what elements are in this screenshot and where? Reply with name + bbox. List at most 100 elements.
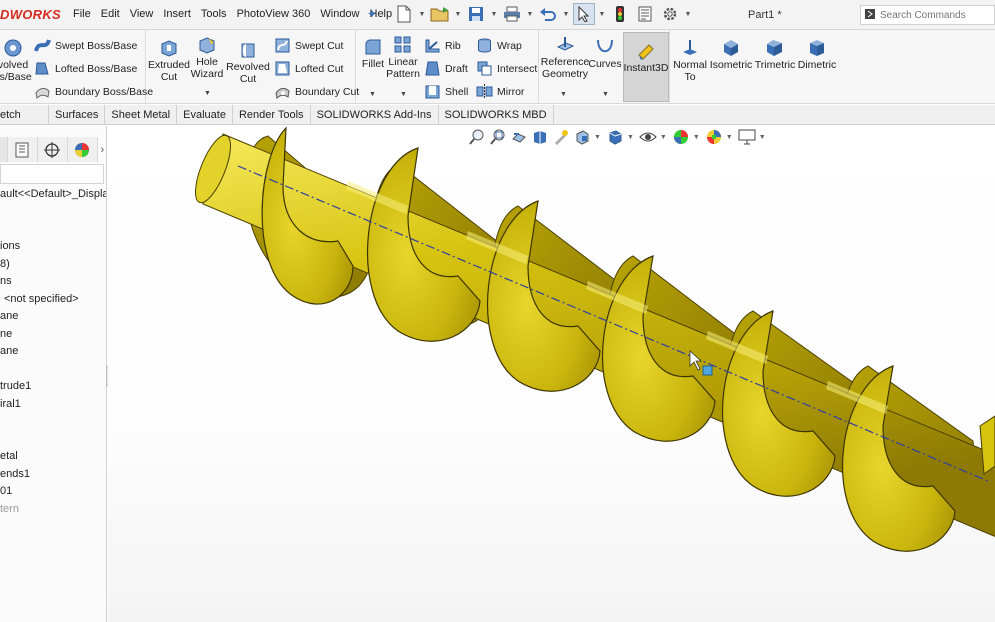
revolved-boss-button[interactable]: volved ss/Base [0,38,32,83]
reference-geometry-button[interactable]: Reference Geometry [541,35,589,80]
panel-scroll-right-icon[interactable]: › [98,137,106,162]
print-icon[interactable] [501,3,523,25]
intersect-button[interactable]: Intersect [476,60,537,77]
print-dropdown-icon[interactable]: ▼ [526,11,534,18]
mirror-button[interactable]: Mirror [476,83,524,100]
select-cursor-icon[interactable] [573,3,595,25]
hole-wizard-button[interactable]: Hole Wizard [190,35,224,80]
mirror-icon [476,84,493,99]
lofted-cut-button[interactable]: Lofted Cut [274,60,343,77]
revolved-cut-button[interactable]: Revolved Cut [226,40,270,85]
pin-icon[interactable]: ✦ [367,7,377,21]
tree-item-material[interactable]: <not specified> [4,293,79,305]
tree-item-configuration[interactable]: ault<<Default>_Displa [0,188,106,200]
swept-cut-label: Swept Cut [295,39,344,52]
tree-item-sweptflange-bends1[interactable]: ends1 [0,468,30,480]
tree-item-annotations[interactable]: ions [0,240,20,252]
curves-button[interactable]: Curves [588,37,622,70]
lofted-cut-label: Lofted Cut [295,62,344,75]
search-input[interactable] [880,9,990,21]
lofted-boss-button[interactable]: Lofted Boss/Base [34,60,137,77]
linear-pattern-button[interactable]: Linear Pattern [386,35,420,80]
rib-button[interactable]: Rib [424,37,461,54]
tree-item-pattern[interactable]: tern [0,503,19,515]
property-manager-tab[interactable] [7,137,38,162]
tree-item-right-plane[interactable]: ane [0,345,18,357]
instant3d-button[interactable]: Instant3D [623,32,669,102]
open-dropdown-icon[interactable]: ▼ [454,11,462,18]
shell-button[interactable]: Shell [424,83,468,100]
reference-dropdown-icon[interactable]: ▼ [560,91,567,98]
revolved-cut-label-1: Revolved [226,61,270,73]
menu-insert[interactable]: Insert [158,8,196,20]
tab-surfaces[interactable]: Surfaces [49,105,106,125]
featuremanager-tab[interactable] [0,137,8,162]
menu-window[interactable]: Window [315,8,364,20]
features-boss-group: volved ss/Base Swept Boss/Base Lofted Bo… [0,30,153,104]
swept-cut-button[interactable]: Swept Cut [274,37,343,54]
tree-filter-box[interactable] [0,164,104,184]
tree-item-equations[interactable]: ns [0,275,12,287]
mirror-label: Mirror [497,85,525,98]
hole-wizard-label-1: Hole [196,56,218,68]
save-dropdown-icon[interactable]: ▼ [490,11,498,18]
curves-dropdown-icon[interactable]: ▼ [602,91,609,98]
select-dropdown-icon[interactable]: ▼ [598,11,606,18]
tree-item-front-plane[interactable]: ane [0,310,18,322]
tree-item-extrude1[interactable]: trude1 [0,380,31,392]
graphics-viewport[interactable]: ▼ ▼ ▼ ▼ ▼ ▼ [108,126,995,622]
fillet-dropdown-icon[interactable]: ▼ [369,91,376,98]
tab-sketch[interactable]: etch [0,105,49,125]
save-icon[interactable] [465,3,487,25]
normal-to-label-2: To [684,71,696,83]
isometric-button[interactable]: Isometric [710,38,752,71]
open-folder-icon[interactable] [429,3,451,25]
new-dropdown-icon[interactable]: ▼ [418,11,426,18]
hole-wizard-icon [199,37,215,54]
wrap-button[interactable]: Wrap [476,37,522,54]
new-document-icon[interactable] [393,3,415,25]
tree-item-spiral1[interactable]: iral1 [0,398,21,410]
boundary-cut-button[interactable]: Boundary Cut [274,83,359,100]
fillet-button[interactable]: Fillet [358,37,388,70]
tree-item-solid-bodies[interactable]: 8) [0,258,10,270]
configuration-manager-tab[interactable] [37,137,68,162]
menu-view[interactable]: View [125,8,159,20]
boundary-boss-button[interactable]: Boundary Boss/Base [34,83,153,100]
crosshair-icon [44,141,61,158]
tab-render-tools[interactable]: Render Tools [233,105,311,125]
tab-sheet-metal[interactable]: Sheet Metal [105,105,178,125]
options-dropdown-icon[interactable]: ▼ [684,11,692,18]
tree-item-feature-01[interactable]: 01 [0,485,12,497]
undo-dropdown-icon[interactable]: ▼ [562,11,570,18]
trimetric-button[interactable]: Trimetric [754,38,796,71]
tree-item-top-plane[interactable]: ne [0,328,12,340]
options-gear-icon[interactable] [659,3,681,25]
wrap-label: Wrap [497,39,522,52]
display-manager-tab[interactable] [67,137,98,162]
undo-icon[interactable] [537,3,559,25]
menu-tools[interactable]: Tools [196,8,232,20]
lofted-cut-icon [275,61,290,76]
menu-file[interactable]: File [68,8,96,20]
pattern-dropdown-icon[interactable]: ▼ [400,91,407,98]
menu-photoview[interactable]: PhotoView 360 [232,8,316,20]
tab-solidworks-add-ins[interactable]: SOLIDWORKS Add-Ins [311,105,439,125]
dimetric-button[interactable]: Dimetric [796,38,838,71]
screw-conveyor-model[interactable] [108,126,995,622]
search-box[interactable] [860,5,995,25]
extruded-cut-button[interactable]: Extruded Cut [148,38,190,83]
file-properties-icon[interactable] [634,3,656,25]
normal-to-button[interactable]: Normal To [672,38,708,83]
draft-button[interactable]: Draft [424,60,468,77]
hole-wizard-dropdown-icon[interactable]: ▼ [204,90,211,97]
lofted-boss-label: Lofted Boss/Base [55,62,138,75]
boundary-cut-icon [275,87,290,100]
tree-item-sheet-metal[interactable]: etal [0,450,18,462]
tab-evaluate[interactable]: Evaluate [177,105,233,125]
rebuild-traffic-light-icon[interactable] [609,3,631,25]
menu-edit[interactable]: Edit [96,8,125,20]
swept-boss-button[interactable]: Swept Boss/Base [34,37,137,54]
dimetric-label: Dimetric [797,59,837,71]
tab-solidworks-mbd[interactable]: SOLIDWORKS MBD [439,105,554,125]
